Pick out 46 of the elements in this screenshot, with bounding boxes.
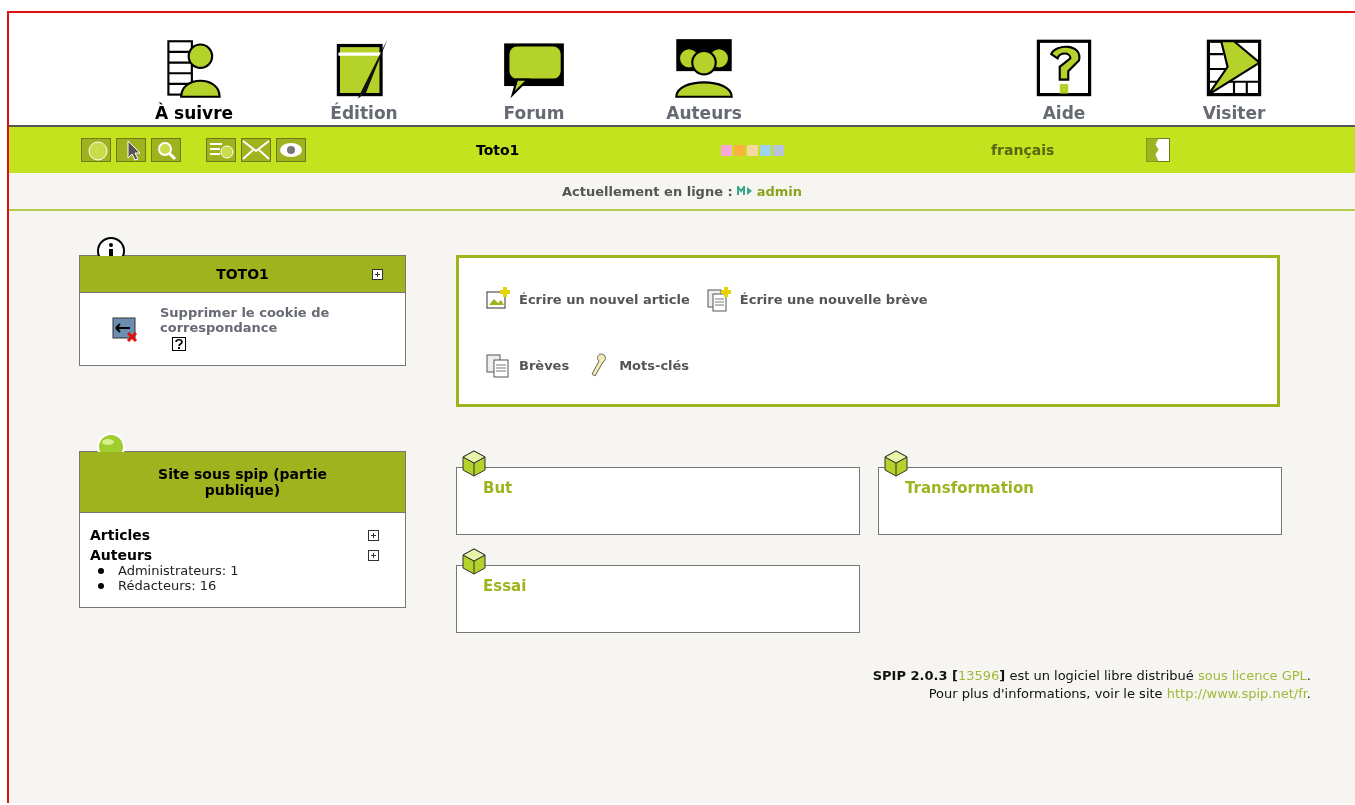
action-link[interactable]: Mots-clés [585,352,690,378]
color-swatch[interactable] [747,144,758,156]
page-width-icon[interactable] [1146,138,1170,162]
nav-tab[interactable]: Édition [279,37,449,125]
nav-tab[interactable]: Visiter [1149,37,1319,125]
section-link[interactable]: Auteurs [90,547,153,563]
nav-tab[interactable]: Aide [979,37,1149,125]
nav-tab[interactable]: Forum [449,37,619,125]
box-icon [459,448,489,478]
document-plus-icon [705,286,732,312]
box-title: Site sous spip (partie publique) [157,466,328,498]
expand-icon[interactable] [368,529,379,541]
color-swatch[interactable] [721,144,732,156]
magnifier-icon[interactable] [151,138,181,162]
box-icon [459,546,489,576]
pointer-icon[interactable] [116,138,146,162]
stat-text: Rédacteurs: 16 [118,578,217,593]
box-title: TOTO1 [216,266,269,282]
action-link[interactable]: Écrire une nouvelle brève [705,286,928,312]
nav-tab[interactable]: À suivre [109,37,279,125]
color-swatch[interactable] [773,144,784,156]
bullet-icon [98,567,104,574]
picture-plus-icon [485,286,511,312]
message-icon[interactable] [736,186,753,196]
eye-icon[interactable] [276,138,306,162]
expand-icon[interactable] [368,549,379,561]
footer-text: SPIP 2.0.3 [13596] est un logiciel libre distribué sous licence GPL. [872,667,1311,685]
stat-text: Administrateurs: 1 [118,563,239,578]
user-name[interactable]: Toto1 [476,142,721,158]
footer-text: Pour plus d'informations, voir le site http://www.spip.net/fr. [927,685,1311,703]
bullet-icon [98,582,104,589]
language-link[interactable]: français [991,142,1146,158]
section-link[interactable]: Articles [90,527,151,543]
color-swatch[interactable] [760,144,771,156]
expand-icon[interactable] [372,268,383,280]
envelope-icon[interactable] [241,138,271,162]
help-icon[interactable] [172,337,186,351]
delete-cookie-link[interactable]: Supprimer le cookie de correspondance [160,305,380,335]
documents-icon [485,352,511,378]
nav-tab[interactable]: Auteurs [619,37,789,125]
people-icon [672,37,736,101]
color-swatch[interactable] [734,144,745,156]
action-link[interactable]: Écrire un nouvel article [485,286,690,312]
box-icon [881,448,911,478]
online-label: Actuellement en ligne : [561,183,733,199]
action-link[interactable]: Brèves [485,352,570,378]
